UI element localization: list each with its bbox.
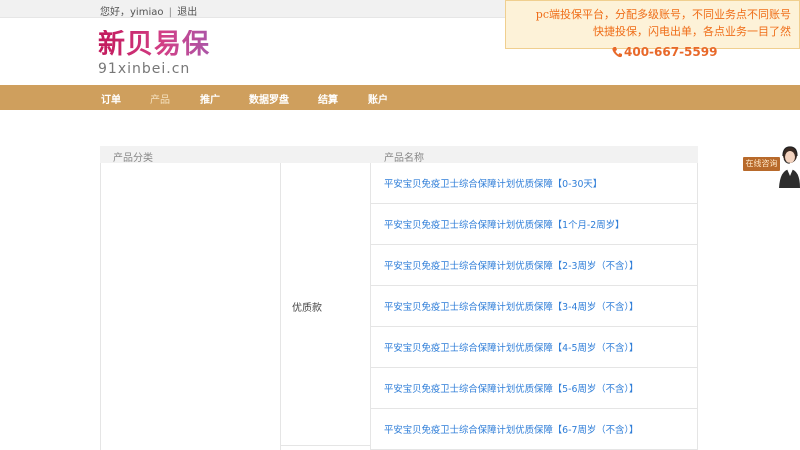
phone-icon (612, 47, 622, 58)
table-row: 平安宝贝免疫卫士综合保障计划优质保障【6-7周岁（不含）】 (371, 409, 697, 450)
subcategory-label: 优质款 (292, 303, 322, 314)
online-chat-widget[interactable]: 在线咨询 (743, 142, 800, 188)
product-link[interactable]: 平安宝贝免疫卫士综合保障计划优质保障【5-6周岁（不含）】 (384, 381, 638, 395)
main-nav: 订单 产品 推广 数据罗盘 结算 账户 (0, 85, 800, 110)
product-list: 平安宝贝免疫卫士综合保障计划优质保障【0-30天】 平安宝贝免疫卫士综合保障计划… (371, 163, 698, 450)
product-link[interactable]: 平安宝贝免疫卫士综合保障计划优质保障【2-3周岁（不含）】 (384, 258, 638, 272)
product-link[interactable]: 平安宝贝免疫卫士综合保障计划优质保障【0-30天】 (384, 176, 602, 190)
nav-item-settlement[interactable]: 结算 (318, 91, 338, 106)
promo-notice: pc端投保平台，分配多级账号，不同业务点不同账号 快捷投保，闪电出单，各点业务一… (505, 0, 800, 49)
subcategory-cell: 优质款 (281, 163, 371, 446)
header-product-name: 产品名称 (384, 153, 424, 164)
table-row: 平安宝贝免疫卫士综合保障计划优质保障【4-5周岁（不含）】 (371, 327, 697, 368)
separator: | (168, 7, 173, 18)
category-cell (100, 163, 281, 450)
logo-cn-text: 新贝易保 (98, 30, 228, 60)
table-header: 产品分类 产品名称 (100, 146, 698, 164)
notice-line-1: pc端投保平台，分配多级账号，不同业务点不同账号 (535, 8, 791, 21)
nav-item-account[interactable]: 账户 (368, 91, 388, 106)
nav-item-orders[interactable]: 订单 (101, 91, 121, 106)
product-link[interactable]: 平安宝贝免疫卫士综合保障计划优质保障【1个月-2周岁】 (384, 217, 624, 231)
online-chat-label[interactable]: 在线咨询 (743, 157, 780, 171)
product-link[interactable]: 平安宝贝免疫卫士综合保障计划优质保障【6-7周岁（不含）】 (384, 422, 638, 436)
table-row: 平安宝贝免疫卫士综合保障计划优质保障【2-3周岁（不含）】 (371, 245, 697, 286)
nav-item-data-compass[interactable]: 数据罗盘 (249, 91, 289, 106)
notice-line-2: 快捷投保，闪电出单，各点业务一目了然 (593, 25, 791, 38)
hotline: 400-667-5599 (612, 45, 717, 59)
nav-item-promotion[interactable]: 推广 (200, 91, 220, 106)
product-table: 产品分类 产品名称 优质款 平安宝贝免疫卫士综合保障计划优质保障【0-30天】 … (100, 146, 698, 450)
logo-en-text: 91xinbei.cn (98, 61, 191, 77)
username: yimiao (130, 7, 164, 18)
greeting: 您好，yimiao | 退出 (100, 3, 197, 18)
header-category: 产品分类 (113, 153, 153, 164)
logout-link[interactable]: 退出 (177, 7, 197, 18)
table-row: 平安宝贝免疫卫士综合保障计划优质保障【1个月-2周岁】 (371, 204, 697, 245)
product-link[interactable]: 平安宝贝免疫卫士综合保障计划优质保障【4-5周岁（不含）】 (384, 340, 638, 354)
site-logo[interactable]: 新贝易保 91xinbei.cn (98, 30, 228, 80)
next-subcategory-cell (281, 446, 371, 450)
table-row: 平安宝贝免疫卫士综合保障计划优质保障【0-30天】 (371, 163, 697, 204)
table-row: 平安宝贝免疫卫士综合保障计划优质保障【5-6周岁（不含）】 (371, 368, 697, 409)
nav-item-products[interactable]: 产品 (150, 91, 170, 106)
greeting-text: 您好， (100, 7, 130, 18)
hotline-number: 400-667-5599 (624, 45, 718, 59)
product-link[interactable]: 平安宝贝免疫卫士综合保障计划优质保障【3-4周岁（不含）】 (384, 299, 638, 313)
support-agent-icon[interactable] (778, 142, 800, 188)
table-row: 平安宝贝免疫卫士综合保障计划优质保障【3-4周岁（不含）】 (371, 286, 697, 327)
